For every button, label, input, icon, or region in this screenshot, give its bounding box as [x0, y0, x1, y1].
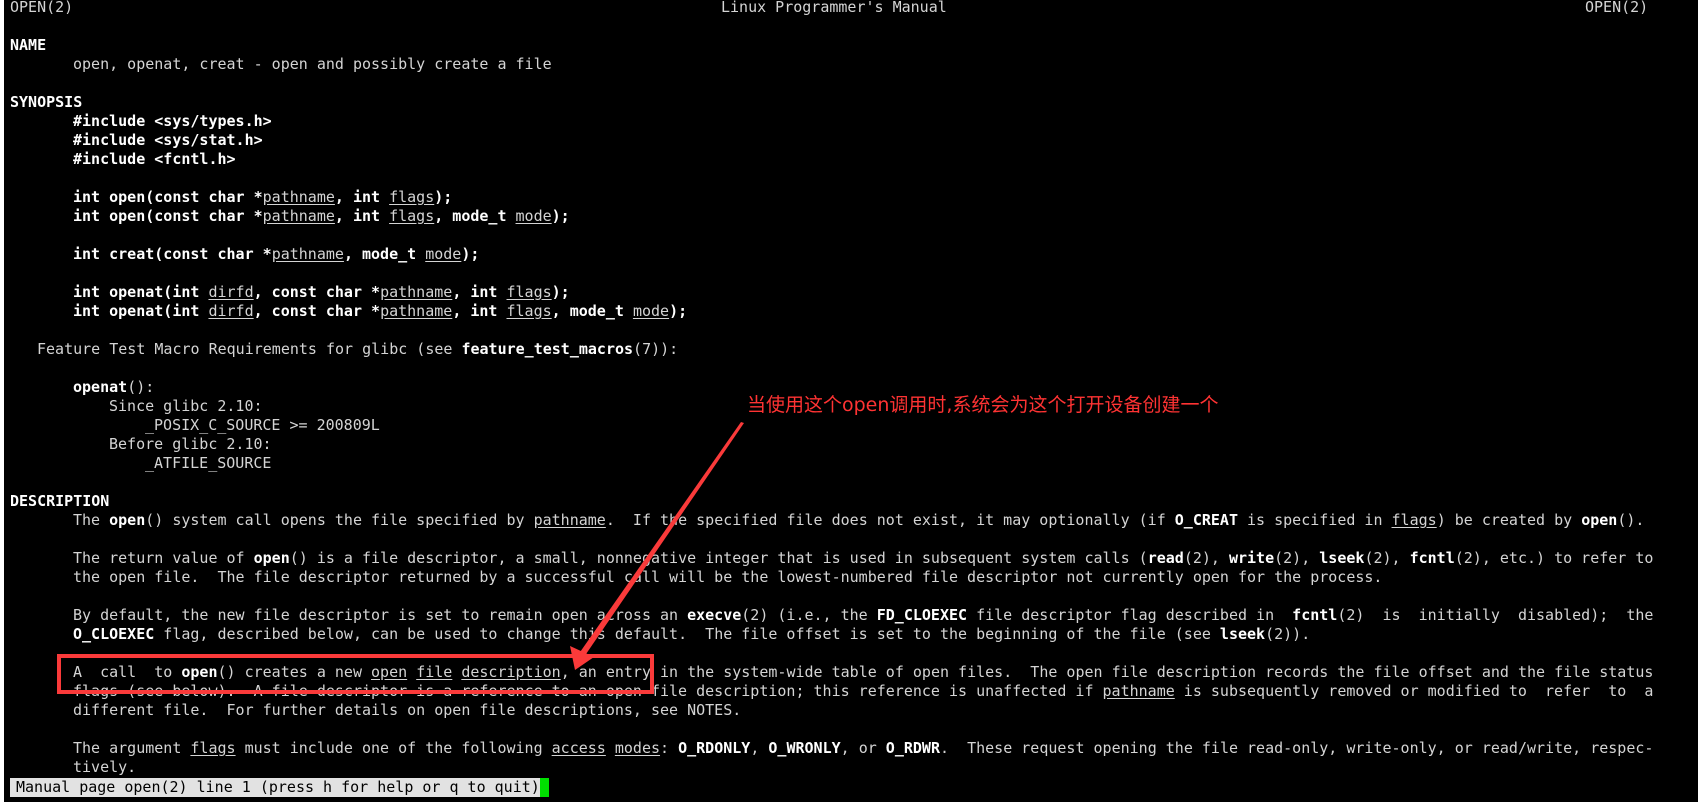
annotation-text: 当使用这个open调用时,系统会为这个打开设备创建一个 — [747, 394, 1219, 416]
arrow-shaft — [578, 422, 744, 657]
